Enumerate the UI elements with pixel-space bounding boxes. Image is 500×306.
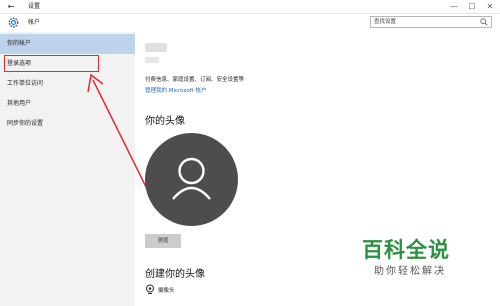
section-title: 帐户 [28,19,41,26]
search-placeholder: 查找设置 [374,19,397,25]
back-button[interactable]: ← [6,0,16,13]
create-avatar-heading: 创建你的头像 [145,269,205,280]
window-title: 设置 [28,3,41,10]
title-bar: ← 设置 — ☐ ✕ [0,0,500,14]
account-info-text: 付费信息、家庭设置、订阅、安全设置等 [145,77,245,83]
sidebar-item-your-account[interactable]: 你的帐户 [0,34,135,54]
avatar [145,133,238,226]
account-name-redacted [145,43,167,52]
camera-label: 摄像头 [158,288,175,294]
search-input[interactable]: 查找设置 [370,16,492,28]
sidebar-item-label: 其他用户 [7,100,32,107]
manage-account-link[interactable]: 管理我的 Microsoft 帐户 [145,86,207,94]
close-button[interactable]: ✕ [483,0,497,13]
browse-button[interactable]: 浏览 [145,234,181,248]
camera-icon [146,284,154,294]
avatar-heading: 你的头像 [145,116,185,127]
maximize-button[interactable]: ☐ [465,0,479,13]
watermark-title: 百科全说 [362,238,450,262]
sidebar-item-label: 同步你的设置 [7,120,44,127]
minimize-button[interactable]: — [447,0,461,13]
sidebar-item-label: 工作单位访问 [7,80,44,87]
account-email-redacted [145,57,159,63]
sidebar-item-label: 你的帐户 [7,40,32,47]
watermark-subtitle: 助你轻松解决 [374,266,446,277]
search-icon[interactable] [480,18,488,26]
gear-icon [8,17,19,28]
user-icon [172,157,211,200]
